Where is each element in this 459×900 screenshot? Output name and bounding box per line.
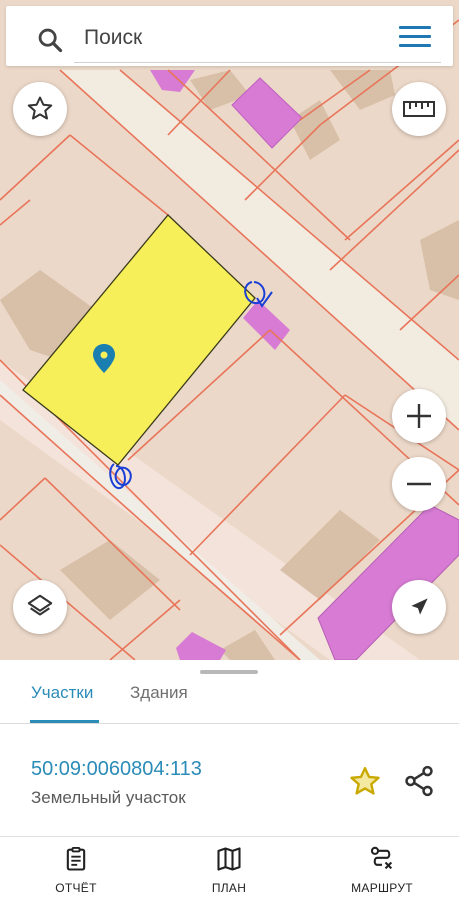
tab-parcels[interactable]: Участки xyxy=(31,683,93,703)
tab-bar: Участки Здания xyxy=(0,680,459,724)
minus-icon xyxy=(407,482,431,486)
zoom-in-button[interactable] xyxy=(392,389,446,443)
nav-plan-label: ПЛАН xyxy=(211,881,247,895)
hamburger-menu-icon xyxy=(399,26,431,29)
nav-report[interactable]: ОТЧЁТ xyxy=(16,845,136,895)
layers-button[interactable] xyxy=(13,580,67,634)
layers-icon xyxy=(27,594,53,616)
bottom-navigation: ОТЧЁТ ПЛАН МАРШРУТ xyxy=(0,837,459,900)
search-bar xyxy=(6,6,453,66)
search-underline xyxy=(74,62,441,63)
nav-report-label: ОТЧЁТ xyxy=(55,881,97,895)
share-icon[interactable] xyxy=(402,764,436,798)
favorite-star-icon[interactable] xyxy=(347,764,383,800)
tab-buildings[interactable]: Здания xyxy=(130,683,188,703)
parcel-type: Земельный участок xyxy=(31,788,186,807)
cadastral-number[interactable]: 50:09:0060804:113 xyxy=(31,758,202,781)
nav-route-label: МАРШРУТ xyxy=(351,881,413,895)
plus-icon xyxy=(407,404,431,428)
locate-button[interactable] xyxy=(392,580,446,634)
menu-button[interactable] xyxy=(397,22,433,52)
map-plan-icon xyxy=(217,847,241,871)
map-canvas[interactable] xyxy=(0,0,459,660)
navigation-arrow-icon xyxy=(411,598,428,615)
favorites-button[interactable] xyxy=(13,82,67,136)
ruler-icon xyxy=(403,101,435,117)
star-outline-icon xyxy=(27,96,53,120)
nav-plan[interactable]: ПЛАН xyxy=(169,845,289,895)
nav-route[interactable]: МАРШРУТ xyxy=(322,845,442,895)
map-view[interactable] xyxy=(0,0,459,660)
ruler-button[interactable] xyxy=(392,82,446,136)
report-clipboard-icon xyxy=(66,846,86,871)
search-icon[interactable] xyxy=(36,26,64,54)
route-icon xyxy=(370,846,393,870)
sheet-drag-handle[interactable] xyxy=(200,670,258,674)
tab-active-indicator xyxy=(30,720,99,723)
search-input[interactable] xyxy=(74,18,384,58)
zoom-out-button[interactable] xyxy=(392,457,446,511)
